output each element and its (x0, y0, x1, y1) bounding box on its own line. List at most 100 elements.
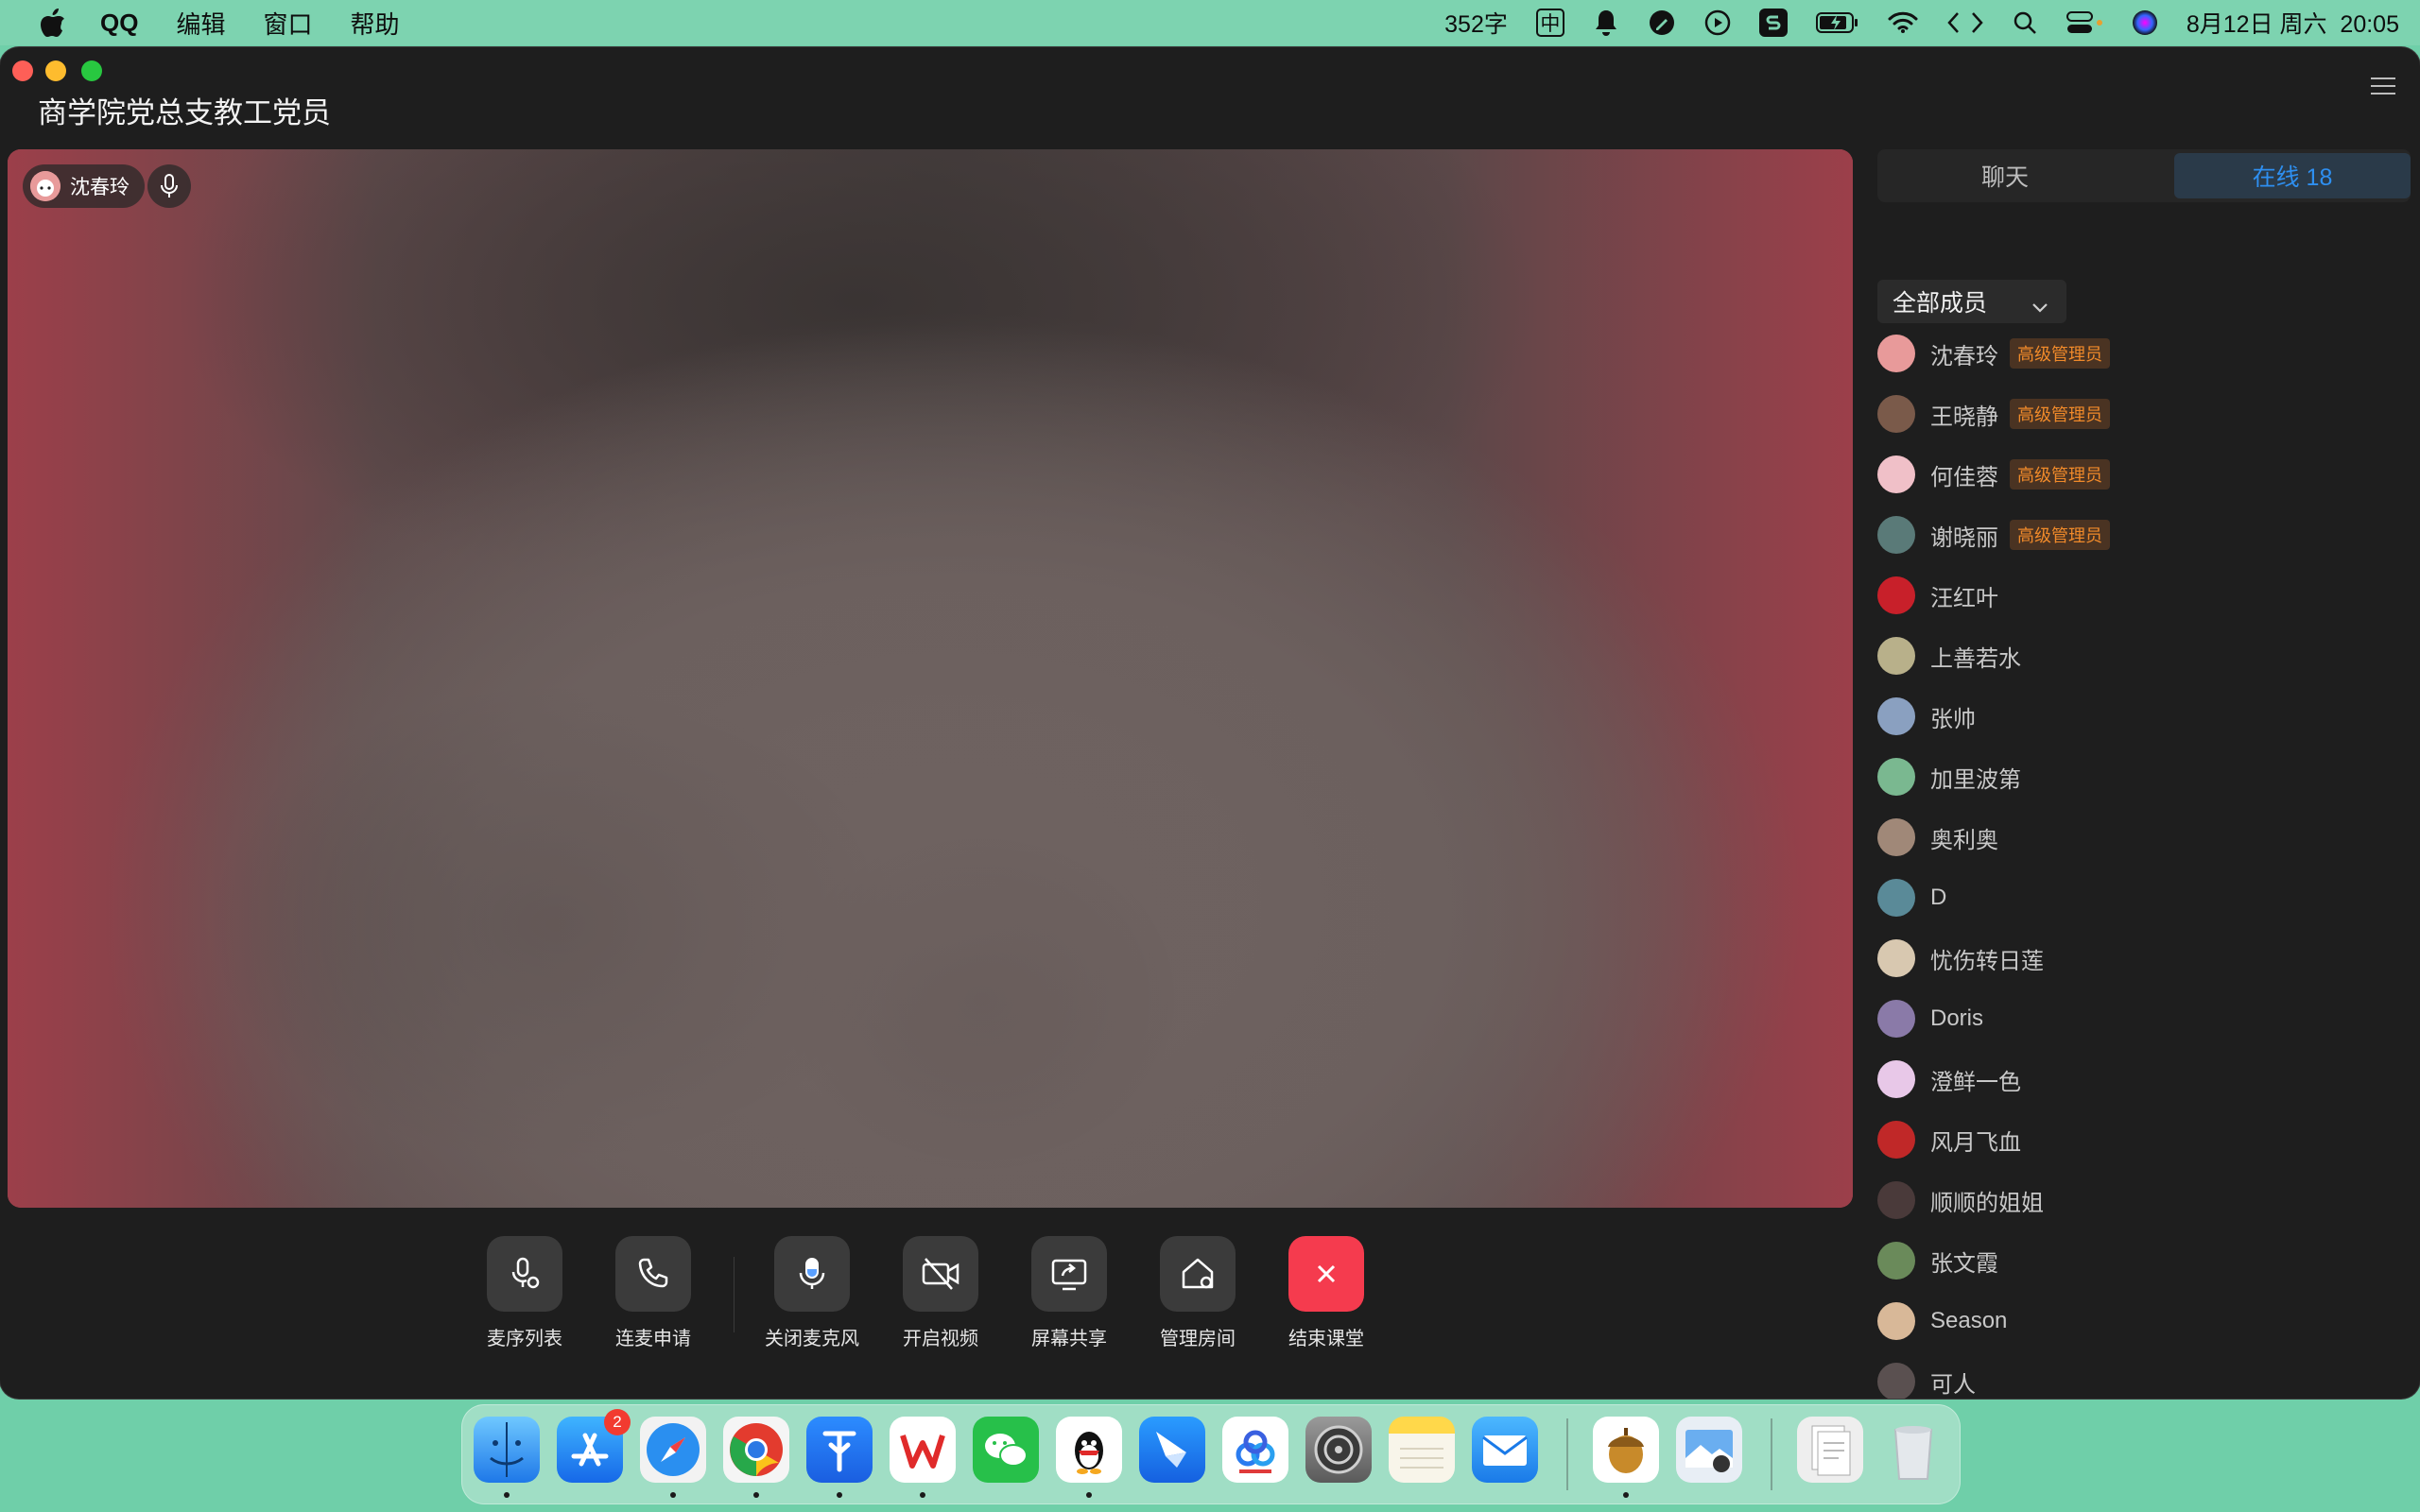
member-row[interactable]: 何佳蓉 高级管理员 (1877, 444, 2407, 505)
member-row[interactable]: 谢晓丽 高级管理员 (1877, 505, 2407, 565)
search-icon[interactable] (2013, 10, 2037, 35)
chevron-down-icon (2031, 293, 2049, 320)
member-avatar[interactable] (1877, 939, 1915, 977)
member-avatar[interactable] (1877, 1181, 1915, 1219)
wifi-icon[interactable] (1888, 11, 1918, 34)
trash-icon[interactable] (1880, 1417, 1946, 1483)
input-method-icon[interactable]: 中 (1535, 9, 1564, 37)
clock[interactable]: 8月12日 周六 20:05 (2187, 6, 2399, 40)
member-avatar[interactable] (1877, 758, 1915, 796)
manage-room-icon (1160, 1236, 1236, 1312)
safari-icon[interactable] (640, 1417, 706, 1498)
member-name: 上善若水 (1930, 645, 2021, 672)
member-avatar[interactable] (1877, 1242, 1915, 1280)
battery-icon[interactable] (1815, 11, 1859, 34)
member-filter-dropdown[interactable]: 全部成员 (1877, 280, 2066, 323)
member-row[interactable]: 张帅 (1877, 686, 2407, 747)
member-row[interactable]: 上善若水 (1877, 626, 2407, 686)
member-avatar[interactable] (1877, 1060, 1915, 1098)
feishu-icon[interactable] (1139, 1417, 1205, 1483)
phone-icon (615, 1236, 691, 1312)
wechat-icon[interactable] (973, 1417, 1039, 1483)
testflight-icon[interactable] (806, 1417, 873, 1498)
control-center-icon[interactable] (2066, 10, 2103, 35)
member-name: 张文霞 (1930, 1250, 1998, 1277)
window-close-button[interactable] (12, 60, 33, 81)
member-avatar[interactable] (1877, 516, 1915, 554)
menu-window[interactable]: 窗口 (263, 6, 312, 41)
admin-badge: 高级管理员 (2010, 520, 2110, 550)
speaker-mic-icon[interactable] (147, 164, 191, 208)
mute-mic-button[interactable]: 关闭麦克风 (760, 1236, 864, 1350)
screen-share-button[interactable]: 屏幕共享 (1017, 1236, 1121, 1350)
member-avatar[interactable] (1877, 1000, 1915, 1038)
testflight-running-dot (837, 1492, 842, 1498)
code-brackets-icon[interactable] (1946, 10, 1984, 35)
screen-share-label: 屏幕共享 (1031, 1329, 1107, 1349)
play-icon[interactable] (1704, 9, 1731, 36)
tab-online[interactable]: 在线 18 (2174, 153, 2411, 198)
member-row[interactable]: 澄鲜一色 (1877, 1049, 2407, 1109)
window-maximize-button[interactable] (81, 60, 102, 81)
member-row[interactable]: 可人 (1877, 1351, 2407, 1399)
member-avatar[interactable] (1877, 455, 1915, 493)
member-row[interactable]: 忧伤转日莲 (1877, 928, 2407, 988)
member-avatar[interactable] (1877, 818, 1915, 856)
menu-edit[interactable]: 编辑 (176, 6, 225, 41)
chrome-icon[interactable] (723, 1417, 789, 1498)
apple-icon[interactable] (34, 4, 72, 42)
s-app-icon[interactable] (1758, 9, 1788, 37)
mic-list-button[interactable]: 麦序列表 (473, 1236, 577, 1350)
member-avatar[interactable] (1877, 1302, 1915, 1340)
bell-icon[interactable] (1593, 9, 1619, 37)
member-row[interactable]: 奥利奥 (1877, 807, 2407, 868)
start-video-button[interactable]: 开启视频 (889, 1236, 993, 1350)
wps-running-dot (920, 1492, 925, 1498)
squirrel-input-icon[interactable] (1593, 1417, 1659, 1498)
word-count[interactable]: 352字 (1444, 6, 1508, 40)
member-avatar[interactable] (1877, 1363, 1915, 1399)
wps-icon[interactable] (890, 1417, 956, 1498)
member-row[interactable]: 风月飞血 (1877, 1109, 2407, 1170)
menu-app-name[interactable]: QQ (100, 9, 138, 38)
member-row[interactable]: 汪红叶 (1877, 565, 2407, 626)
app-store-icon[interactable]: 2 (557, 1409, 631, 1483)
member-row[interactable]: 沈春玲 高级管理员 (1877, 323, 2407, 384)
video-off-icon (903, 1236, 978, 1312)
member-row[interactable]: 顺顺的姐姐 (1877, 1170, 2407, 1230)
tab-chat[interactable]: 聊天 (1887, 153, 2123, 198)
qq-icon[interactable] (1056, 1417, 1122, 1498)
member-row[interactable]: D (1877, 868, 2407, 928)
speaker-badge: 沈春玲 (23, 164, 145, 208)
mic-request-button[interactable]: 连麦申请 (601, 1236, 705, 1350)
member-avatar[interactable] (1877, 697, 1915, 735)
member-row[interactable]: Season (1877, 1291, 2407, 1351)
notes-icon[interactable] (1389, 1417, 1455, 1483)
member-avatar[interactable] (1877, 395, 1915, 433)
member-avatar[interactable] (1877, 576, 1915, 614)
siri-icon[interactable] (2132, 9, 2158, 36)
member-row[interactable]: 张文霞 (1877, 1230, 2407, 1291)
mail-icon[interactable] (1472, 1417, 1538, 1483)
preview-icon[interactable] (1676, 1417, 1742, 1483)
member-avatar[interactable] (1877, 335, 1915, 372)
member-row[interactable]: 王晓静 高级管理员 (1877, 384, 2407, 444)
input-method-label: 中 (1535, 9, 1564, 37)
member-avatar[interactable] (1877, 637, 1915, 675)
finder-icon[interactable] (474, 1417, 540, 1498)
system-settings-icon[interactable] (1305, 1417, 1372, 1483)
member-avatar[interactable] (1877, 879, 1915, 917)
dock: 2 (461, 1404, 1961, 1504)
member-row[interactable]: Doris (1877, 988, 2407, 1049)
member-avatar[interactable] (1877, 1121, 1915, 1159)
window-minimize-button[interactable] (45, 60, 66, 81)
hamburger-menu-icon[interactable] (2371, 72, 2395, 100)
manage-room-button[interactable]: 管理房间 (1146, 1236, 1250, 1350)
menu-help[interactable]: 帮助 (350, 6, 399, 41)
pen-icon[interactable] (1648, 9, 1676, 37)
baidu-netdisk-icon[interactable] (1222, 1417, 1288, 1483)
end-class-button[interactable]: 结束课堂 (1274, 1236, 1378, 1350)
member-row[interactable]: 加里波第 (1877, 747, 2407, 807)
member-list: 沈春玲 高级管理员 王晓静 高级管理员 何佳蓉 高级管理员 谢晓丽 高级管理员 汪红叶上善若水张… (1877, 323, 2407, 1399)
documents-stack-icon[interactable] (1797, 1417, 1863, 1483)
